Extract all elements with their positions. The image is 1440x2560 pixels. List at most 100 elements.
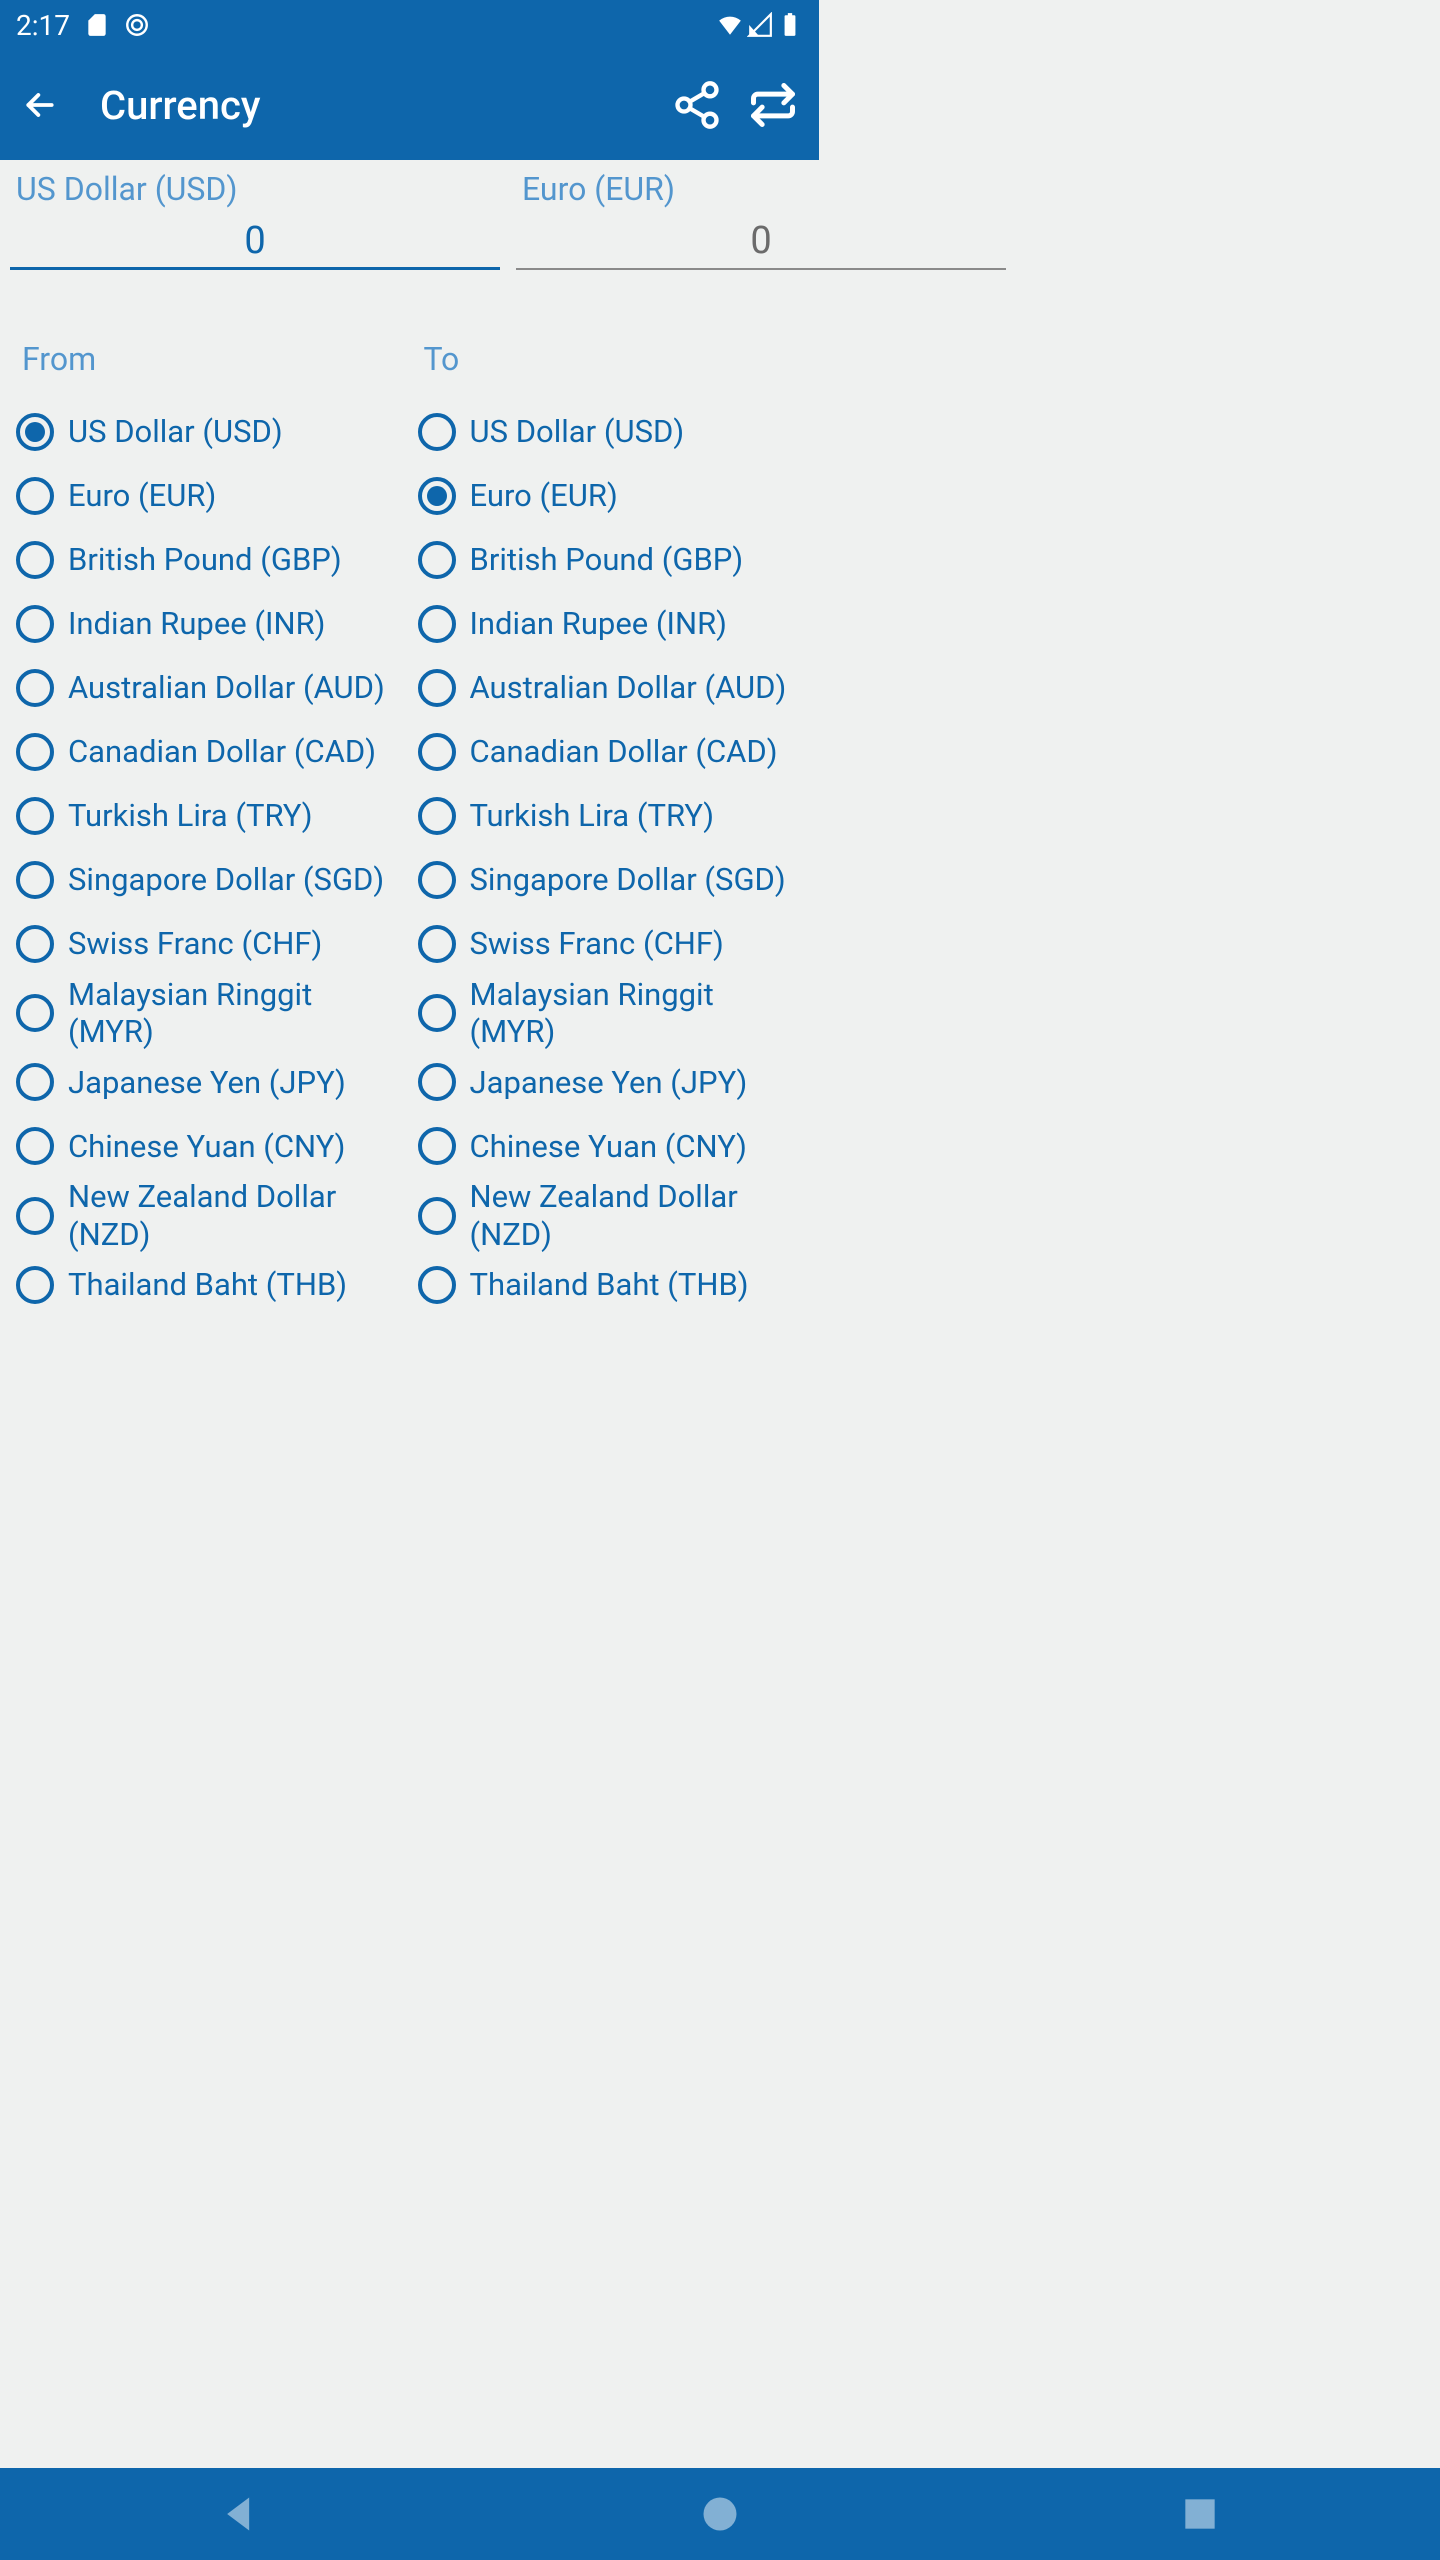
from-option[interactable]: British Pound (GBP)	[16, 528, 402, 592]
radio-label: Australian Dollar (AUD)	[68, 669, 385, 706]
to-option[interactable]: Chinese Yuan (CNY)	[418, 1114, 804, 1178]
radio-icon	[418, 605, 456, 643]
to-option[interactable]: Japanese Yen (JPY)	[418, 1050, 804, 1114]
radio-label: US Dollar (USD)	[470, 413, 685, 450]
to-list-header: To	[418, 340, 804, 378]
from-option[interactable]: Singapore Dollar (SGD)	[16, 848, 402, 912]
back-button[interactable]	[20, 85, 60, 125]
from-option[interactable]: Japanese Yen (JPY)	[16, 1050, 402, 1114]
radio-label: Japanese Yen (JPY)	[470, 1064, 748, 1101]
do-not-disturb-icon	[124, 12, 150, 38]
from-option[interactable]: Indian Rupee (INR)	[16, 592, 402, 656]
from-option[interactable]: Euro (EUR)	[16, 464, 402, 528]
to-option[interactable]: US Dollar (USD)	[418, 400, 804, 464]
radio-icon	[16, 1127, 54, 1165]
radio-label: Euro (EUR)	[470, 477, 618, 514]
from-option[interactable]: Australian Dollar (AUD)	[16, 656, 402, 720]
radio-icon	[418, 861, 456, 899]
from-option[interactable]: Thailand Baht (THB)	[16, 1253, 402, 1317]
status-time: 2:17	[16, 9, 70, 42]
from-option[interactable]: Chinese Yuan (CNY)	[16, 1114, 402, 1178]
to-input[interactable]	[516, 214, 1006, 270]
to-option[interactable]: Thailand Baht (THB)	[418, 1253, 804, 1317]
sd-card-icon	[84, 12, 110, 38]
radio-label: British Pound (GBP)	[470, 541, 744, 578]
radio-icon	[16, 797, 54, 835]
to-option[interactable]: Swiss Franc (CHF)	[418, 912, 804, 976]
to-option[interactable]: Turkish Lira (TRY)	[418, 784, 804, 848]
radio-label: Japanese Yen (JPY)	[68, 1064, 346, 1101]
radio-label: Malaysian Ringgit (MYR)	[68, 976, 402, 1050]
radio-label: Australian Dollar (AUD)	[470, 669, 787, 706]
to-option[interactable]: Indian Rupee (INR)	[418, 592, 804, 656]
radio-label: Euro (EUR)	[68, 477, 216, 514]
status-right	[717, 12, 803, 38]
radio-icon	[16, 1266, 54, 1304]
battery-icon	[777, 12, 803, 38]
radio-label: Malaysian Ringgit (MYR)	[470, 976, 804, 1050]
wifi-icon	[717, 12, 743, 38]
from-input[interactable]	[10, 214, 500, 270]
to-option[interactable]: Euro (EUR)	[418, 464, 804, 528]
radio-icon	[16, 861, 54, 899]
radio-label: New Zealand Dollar (NZD)	[470, 1178, 804, 1252]
from-option[interactable]: Canadian Dollar (CAD)	[16, 720, 402, 784]
to-list: To US Dollar (USD) Euro (EUR) British Poun…	[418, 340, 804, 1317]
from-option[interactable]: New Zealand Dollar (NZD)	[16, 1178, 402, 1252]
from-list-header: From	[16, 340, 402, 378]
input-row: US Dollar (USD) Euro (EUR)	[6, 170, 813, 270]
radio-label: Canadian Dollar (CAD)	[470, 733, 778, 770]
radio-icon	[418, 733, 456, 771]
radio-label: Indian Rupee (INR)	[470, 605, 727, 642]
to-option[interactable]: New Zealand Dollar (NZD)	[418, 1178, 804, 1252]
radio-icon	[16, 1197, 54, 1235]
signal-icon	[747, 12, 773, 38]
to-option[interactable]: Singapore Dollar (SGD)	[418, 848, 804, 912]
radio-icon	[16, 413, 54, 451]
radio-label: British Pound (GBP)	[68, 541, 342, 578]
radio-label: Thailand Baht (THB)	[68, 1266, 347, 1303]
radio-label: Indian Rupee (INR)	[68, 605, 325, 642]
from-option[interactable]: Swiss Franc (CHF)	[16, 912, 402, 976]
nav-back-button[interactable]	[218, 2492, 262, 2536]
radio-icon	[418, 1063, 456, 1101]
radio-label: Canadian Dollar (CAD)	[68, 733, 376, 770]
nav-home-button[interactable]	[698, 2492, 742, 2536]
swap-button[interactable]	[747, 79, 799, 131]
radio-icon	[16, 733, 54, 771]
status-bar: 2:17	[0, 0, 819, 50]
radio-label: Thailand Baht (THB)	[470, 1266, 749, 1303]
to-input-col: Euro (EUR)	[516, 170, 1006, 270]
from-list: From US Dollar (USD) Euro (EUR) British Po…	[16, 340, 402, 1317]
share-button[interactable]	[671, 79, 723, 131]
to-option[interactable]: Malaysian Ringgit (MYR)	[418, 976, 804, 1050]
radio-icon	[16, 994, 54, 1032]
from-option[interactable]: Malaysian Ringgit (MYR)	[16, 976, 402, 1050]
radio-icon	[418, 541, 456, 579]
app-bar: Currency	[0, 50, 819, 160]
radio-label: Swiss Franc (CHF)	[68, 925, 322, 962]
radio-label: New Zealand Dollar (NZD)	[68, 1178, 402, 1252]
status-left: 2:17	[16, 9, 150, 42]
from-input-label: US Dollar (USD)	[10, 170, 500, 208]
from-option[interactable]: Turkish Lira (TRY)	[16, 784, 402, 848]
radio-icon	[418, 669, 456, 707]
radio-label: Singapore Dollar (SGD)	[68, 861, 384, 898]
radio-icon	[418, 1197, 456, 1235]
radio-icon	[418, 797, 456, 835]
radio-icon	[16, 669, 54, 707]
to-option[interactable]: Australian Dollar (AUD)	[418, 656, 804, 720]
radio-label: US Dollar (USD)	[68, 413, 283, 450]
radio-label: Singapore Dollar (SGD)	[470, 861, 786, 898]
radio-icon	[418, 1127, 456, 1165]
radio-icon	[16, 1063, 54, 1101]
radio-label: Chinese Yuan (CNY)	[68, 1128, 345, 1165]
nav-recent-button[interactable]	[1178, 2492, 1222, 2536]
from-option[interactable]: US Dollar (USD)	[16, 400, 402, 464]
to-option[interactable]: Canadian Dollar (CAD)	[418, 720, 804, 784]
radio-icon	[418, 413, 456, 451]
radio-icon	[418, 1266, 456, 1304]
radio-label: Chinese Yuan (CNY)	[470, 1128, 747, 1165]
radio-icon	[16, 605, 54, 643]
to-option[interactable]: British Pound (GBP)	[418, 528, 804, 592]
